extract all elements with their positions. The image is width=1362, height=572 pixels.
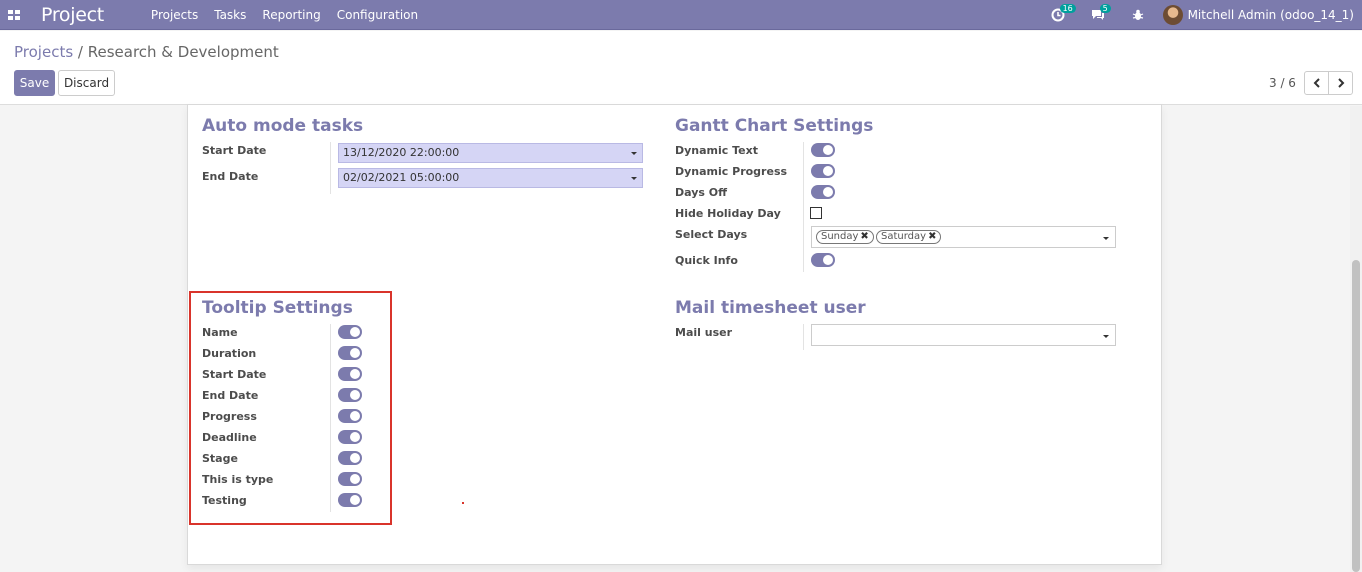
hide-holiday-day-checkbox[interactable] [810,207,822,219]
select-days-field[interactable]: Sunday ✖ Saturday ✖ [811,226,1116,248]
mail-timesheet-title: Mail timesheet user [675,298,866,318]
main-menu: Projects Tasks Reporting Configuration [151,8,434,22]
tooltip-stage-toggle[interactable] [338,451,362,465]
tooltip-progress-label: Progress [202,410,257,423]
days-off-label: Days Off [675,186,728,199]
gantt-divider [803,142,804,272]
dynamic-text-label: Dynamic Text [675,144,758,157]
vertical-scrollbar[interactable] [1350,106,1362,572]
auto-mode-divider [330,142,331,194]
tooltip-duration-toggle[interactable] [338,346,362,360]
user-menu-name[interactable]: Mitchell Admin (odoo_14_1) [1188,8,1354,22]
menu-item-configuration[interactable]: Configuration [337,8,418,22]
scrollbar-thumb[interactable] [1352,260,1360,572]
tooltip-name-toggle[interactable] [338,325,362,339]
pager-value[interactable]: 3 / 6 [1269,76,1296,90]
tooltip-testing-toggle[interactable] [338,493,362,507]
end-date-input[interactable]: 02/02/2021 05:00:00 [338,168,643,188]
tag-saturday: Saturday ✖ [876,230,942,244]
app-brand[interactable]: Project [41,4,104,26]
pager-previous-button[interactable] [1304,71,1329,95]
gantt-settings-title: Gantt Chart Settings [675,116,874,136]
tag-remove-icon[interactable]: ✖ [860,231,868,242]
debug-bug-icon[interactable] [1131,8,1145,22]
breadcrumb-projects-link[interactable]: Projects [14,43,73,61]
save-button[interactable]: Save [14,70,55,96]
end-date-value: 02/02/2021 05:00:00 [343,171,460,184]
discard-button[interactable]: Discard [58,70,115,96]
end-date-label: End Date [202,170,259,183]
mail-divider [803,324,804,350]
apps-menu-icon[interactable] [8,8,22,22]
control-panel: Projects / Research & Development Save D… [0,31,1362,105]
user-avatar[interactable] [1162,5,1183,25]
auto-mode-title: Auto mode tasks [202,116,364,136]
tooltip-stage-label: Stage [202,452,238,465]
activity-count-badge: 16 [1059,4,1076,13]
dynamic-text-toggle[interactable] [811,143,835,157]
tooltip-start-date-toggle[interactable] [338,367,362,381]
quick-info-label: Quick Info [675,254,738,267]
tooltip-this-is-type-toggle[interactable] [338,472,362,486]
breadcrumb-separator: / [73,43,88,61]
tooltip-settings-title: Tooltip Settings [202,298,353,318]
tooltip-divider [330,324,331,512]
mail-user-label: Mail user [675,326,733,339]
tooltip-deadline-label: Deadline [202,431,257,444]
breadcrumb: Projects / Research & Development [14,43,279,61]
tooltip-name-label: Name [202,326,238,339]
tooltip-duration-label: Duration [202,347,257,360]
days-off-toggle[interactable] [811,185,835,199]
tooltip-start-date-label: Start Date [202,368,267,381]
hide-holiday-day-label: Hide Holiday Day [675,207,781,220]
tag-label: Sunday [821,231,859,242]
start-date-label: Start Date [202,144,267,157]
tooltip-progress-toggle[interactable] [338,409,362,423]
top-navbar: Project Projects Tasks Reporting Configu… [0,0,1362,30]
start-date-value: 13/12/2020 22:00:00 [343,146,460,159]
menu-item-tasks[interactable]: Tasks [214,8,246,22]
tooltip-end-date-label: End Date [202,389,259,402]
caret-down-icon [1103,237,1109,240]
messages-count-badge: 5 [1099,4,1111,13]
tooltip-this-is-type-label: This is type [202,473,274,486]
tag-remove-icon[interactable]: ✖ [928,231,936,242]
annotation-dot [462,502,464,504]
tag-sunday: Sunday ✖ [816,230,874,244]
systray: 16 5 Mitchell Admin (odoo_14_1) [1051,0,1362,30]
breadcrumb-current: Research & Development [87,43,279,61]
activity-clock-icon[interactable]: 16 [1051,4,1076,22]
tooltip-testing-label: Testing [202,494,247,507]
caret-down-icon [631,152,637,155]
caret-down-icon [1103,335,1109,338]
messages-chat-icon[interactable]: 5 [1091,4,1111,22]
mail-user-select[interactable] [811,324,1116,346]
quick-info-toggle[interactable] [811,253,835,267]
tooltip-end-date-toggle[interactable] [338,388,362,402]
dynamic-progress-label: Dynamic Progress [675,165,788,178]
pager-next-button[interactable] [1328,71,1353,95]
tag-label: Saturday [881,231,927,242]
menu-item-projects[interactable]: Projects [151,8,198,22]
chevron-right-icon [1337,78,1344,88]
menu-item-reporting[interactable]: Reporting [262,8,320,22]
caret-down-icon [631,177,637,180]
dynamic-progress-toggle[interactable] [811,164,835,178]
chevron-left-icon [1313,78,1320,88]
tooltip-deadline-toggle[interactable] [338,430,362,444]
start-date-input[interactable]: 13/12/2020 22:00:00 [338,143,643,163]
select-days-label: Select Days [675,228,748,241]
